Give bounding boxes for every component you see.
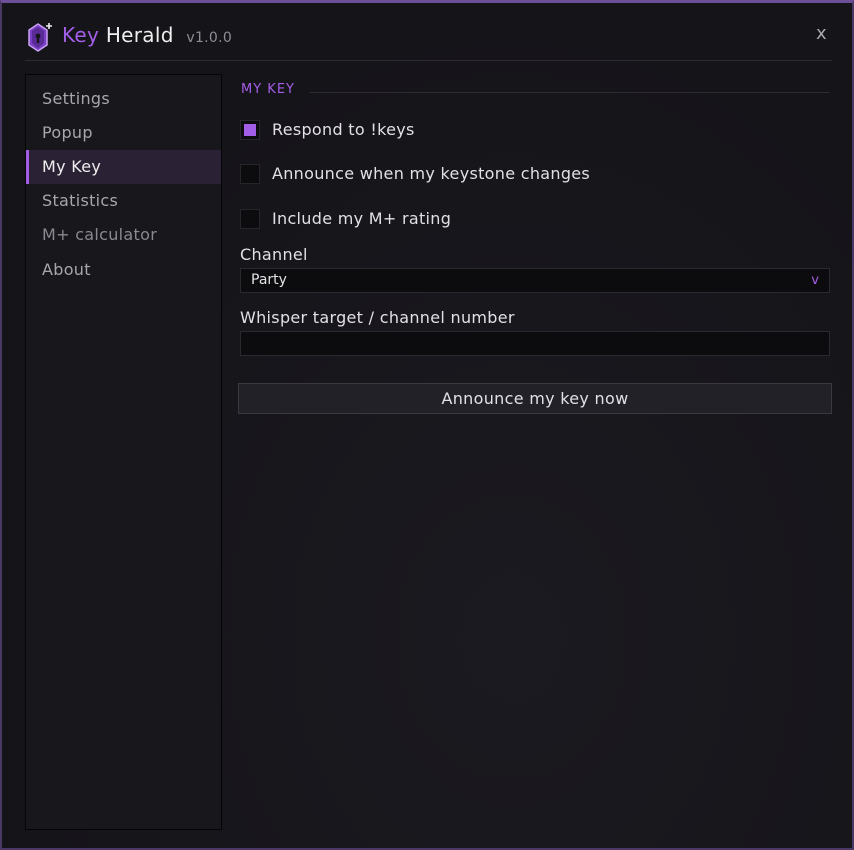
section-title: MY KEY [241, 82, 295, 97]
channel-label: Channel [240, 245, 308, 264]
close-button[interactable]: x [816, 23, 827, 44]
app-title-key: Key [62, 23, 100, 47]
app-window: Key Herald v1.0.0 x Settings Popup My Ke… [0, 0, 854, 850]
app-version: v1.0.0 [186, 30, 233, 46]
checkbox-box[interactable] [240, 164, 260, 184]
app-title: Key Herald v1.0.0 [62, 23, 232, 47]
checkbox-label: Include my M+ rating [272, 209, 452, 228]
sidebar: Settings Popup My Key Statistics M+ calc… [25, 74, 222, 830]
sidebar-item-settings[interactable]: Settings [26, 82, 221, 116]
header-divider [25, 60, 832, 61]
sidebar-item-popup[interactable]: Popup [26, 116, 221, 150]
crystal-keystone-icon [28, 23, 52, 52]
checkbox-label: Respond to !keys [272, 120, 415, 139]
channel-select-value: Party [251, 272, 287, 288]
chevron-down-icon: v [811, 273, 819, 288]
app-title-name: Herald [105, 23, 174, 47]
sidebar-item-about[interactable]: About [26, 253, 221, 287]
announce-key-button[interactable]: Announce my key now [238, 383, 832, 414]
whisper-target-input[interactable] [240, 331, 830, 356]
sidebar-item-my-key[interactable]: My Key [26, 150, 221, 184]
section-divider [310, 92, 830, 93]
checkbox-box[interactable] [240, 209, 260, 229]
whisper-target-label: Whisper target / channel number [240, 308, 515, 327]
checkbox-box[interactable] [240, 120, 260, 140]
channel-select[interactable]: Party v [240, 268, 830, 293]
sidebar-item-statistics[interactable]: Statistics [26, 184, 221, 218]
sidebar-item-m-plus-calculator[interactable]: M+ calculator [26, 218, 221, 252]
checkbox-label: Announce when my keystone changes [272, 164, 591, 183]
